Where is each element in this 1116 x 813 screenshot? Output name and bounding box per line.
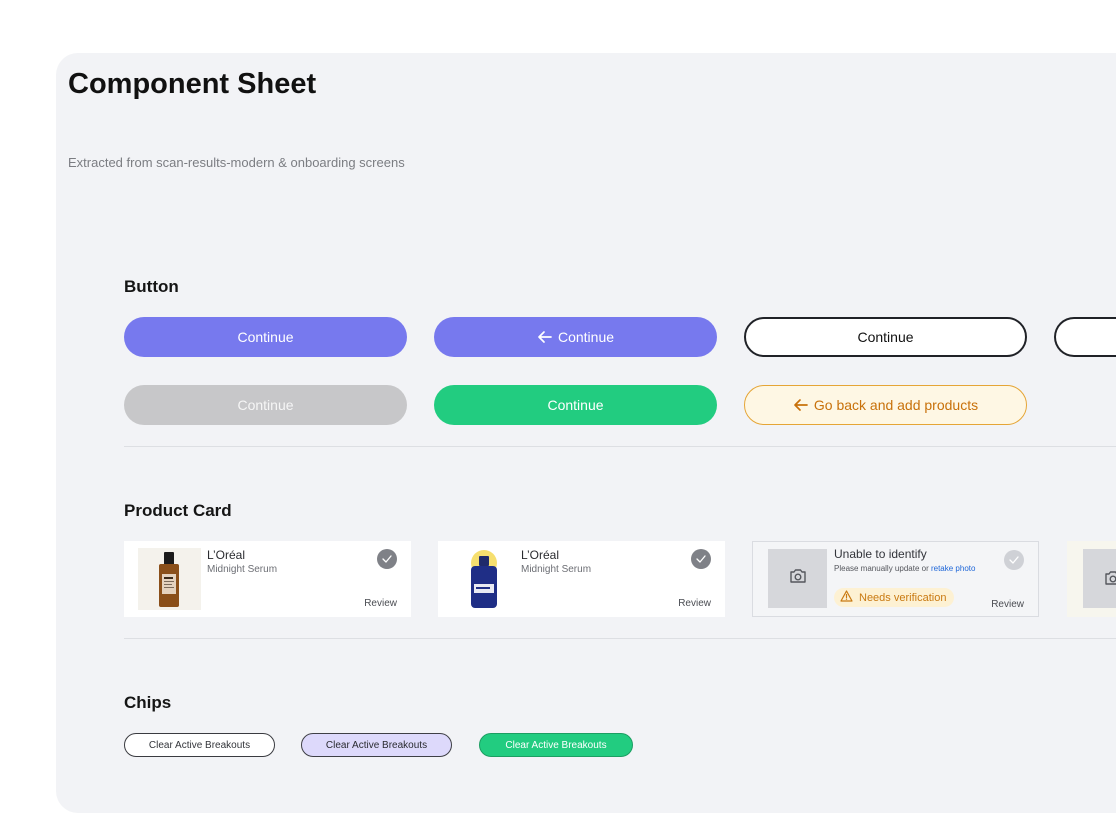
go-back-label: Go back and add products: [813, 397, 979, 413]
review-link[interactable]: Review: [991, 599, 1024, 610]
chip-outline[interactable]: Clear Active Breakouts: [124, 733, 275, 757]
camera-icon: [1104, 570, 1116, 591]
unidentified-product-card[interactable]: Unable to identify Please manually updat…: [752, 541, 1039, 617]
divider: [124, 446, 1116, 447]
unidentified-title: Unable to identify: [834, 547, 927, 561]
product-image: [452, 548, 515, 610]
continue-button-with-back-arrow[interactable]: Continue: [434, 317, 717, 357]
checkmark-icon[interactable]: [377, 549, 397, 569]
page-title: Component Sheet: [68, 68, 317, 100]
product-name: Midnight Serum: [521, 564, 592, 575]
product-name: Midnight Serum: [207, 564, 278, 575]
image-placeholder: [768, 549, 827, 608]
warning-icon: [840, 590, 853, 605]
checkmark-icon[interactable]: [691, 549, 711, 569]
badge-label: Needs verification: [859, 591, 947, 604]
camera-icon: [789, 568, 807, 589]
product-brand: L’Oréal: [521, 548, 560, 562]
product-card[interactable]: L’Oréal Midnight Serum Review: [124, 541, 411, 617]
divider: [124, 638, 1116, 639]
review-link[interactable]: Review: [678, 598, 711, 609]
retake-photo-link[interactable]: retake photo: [931, 564, 975, 573]
continue-button-disabled: Continue: [124, 385, 407, 425]
continue-button-outline[interactable]: Continue: [744, 317, 1027, 357]
chip-lavender[interactable]: Clear Active Breakouts: [301, 733, 452, 757]
needs-verification-badge: Needs verification: [834, 588, 955, 607]
unidentified-hint: Please manually update or retake photo: [834, 564, 975, 573]
chip-label: Clear Active Breakouts: [148, 739, 251, 751]
chip-label: Clear Active Breakouts: [325, 739, 428, 751]
product-brand: L’Oréal: [207, 548, 246, 562]
product-image: [138, 548, 201, 610]
page-subtitle: Extracted from scan-results-modern & onb…: [68, 155, 405, 170]
continue-label: Continue: [237, 329, 294, 345]
continue-label: Continue: [557, 329, 615, 345]
section-title-button: Button: [124, 277, 179, 296]
product-card[interactable]: L’Oréal Midnight Serum Review: [438, 541, 725, 617]
arrow-left-icon: [537, 330, 552, 344]
image-placeholder: [1083, 549, 1116, 608]
product-card-cropped[interactable]: [1067, 541, 1116, 617]
section-title-product-card: Product Card: [124, 501, 232, 520]
continue-button-primary[interactable]: Continue: [124, 317, 407, 357]
go-back-button[interactable]: Go back and add products: [744, 385, 1027, 425]
checkmark-icon[interactable]: [1004, 550, 1024, 570]
review-link[interactable]: Review: [364, 598, 397, 609]
arrow-left-icon: [793, 398, 808, 412]
continue-button-outline-cropped[interactable]: [1054, 317, 1116, 357]
chip-green[interactable]: Clear Active Breakouts: [479, 733, 633, 757]
chip-label: Clear Active Breakouts: [505, 739, 607, 751]
continue-label: Continue: [857, 329, 914, 345]
continue-label: Continue: [237, 397, 294, 413]
continue-label: Continue: [547, 397, 604, 413]
hint-text: Please manually update or: [834, 564, 929, 573]
section-title-chips: Chips: [124, 693, 172, 712]
continue-button-success[interactable]: Continue: [434, 385, 717, 425]
